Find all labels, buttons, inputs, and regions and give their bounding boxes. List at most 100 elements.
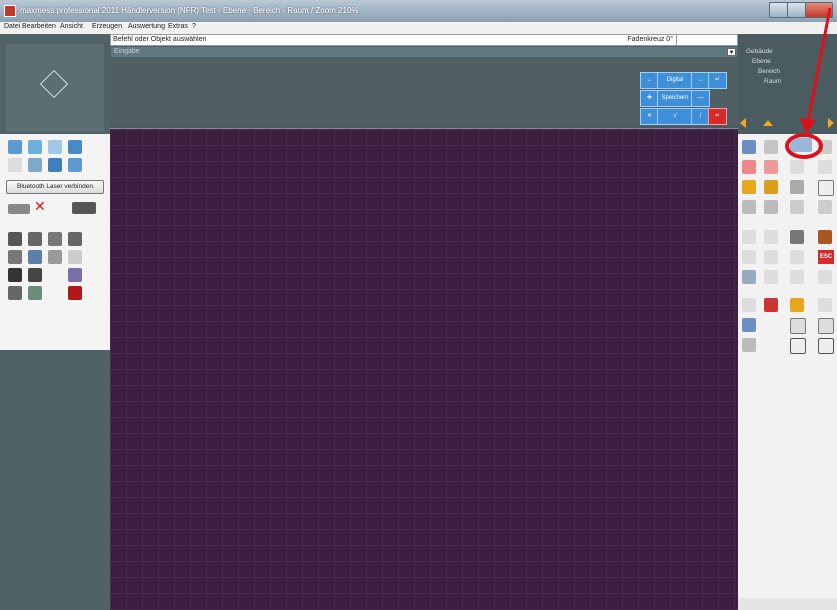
layout-icon[interactable] <box>48 250 62 264</box>
tool-column-icon[interactable] <box>764 180 778 194</box>
save-icon[interactable] <box>68 286 82 300</box>
menu-auswertung[interactable]: Auswertung <box>128 23 165 30</box>
tool-select-icon[interactable] <box>742 250 756 264</box>
divider <box>676 35 677 45</box>
export-icon[interactable] <box>68 232 82 246</box>
tool-door-icon[interactable] <box>764 140 778 154</box>
key-minus[interactable]: — <box>691 90 710 107</box>
layers-icon[interactable] <box>764 298 778 312</box>
tool-group-icon[interactable] <box>742 270 756 284</box>
eye-icon[interactable] <box>742 298 756 312</box>
menu-ansicht[interactable]: Ansicht <box>60 23 83 30</box>
left-toolbar: ✕ <box>0 134 110 350</box>
input-dropdown[interactable]: ▼ <box>727 48 736 56</box>
tool-pen-icon[interactable] <box>818 160 832 174</box>
key-enter-red[interactable]: ↵ <box>708 108 727 125</box>
fit-icon[interactable] <box>818 318 834 334</box>
tree-node-bereich[interactable]: Bereich <box>758 68 780 75</box>
wall-icon[interactable] <box>8 140 22 154</box>
zoom-out-icon[interactable] <box>818 338 834 354</box>
screen-icon[interactable] <box>28 268 42 282</box>
tool-niche-icon[interactable] <box>790 160 804 174</box>
close-button[interactable] <box>805 2 833 18</box>
tool-z2-icon[interactable] <box>818 230 832 244</box>
print-icon[interactable] <box>8 250 22 264</box>
table-icon[interactable] <box>28 286 42 300</box>
rotate-icon[interactable] <box>68 158 82 172</box>
tool-hole-icon[interactable] <box>764 160 778 174</box>
doc-icon[interactable] <box>68 250 82 264</box>
tool-wall-icon[interactable] <box>742 140 756 154</box>
edit-icon[interactable] <box>68 268 82 282</box>
minimize-button[interactable] <box>769 2 789 18</box>
tool-copy-icon[interactable] <box>790 250 804 264</box>
redo-icon[interactable] <box>818 298 832 312</box>
tool-grid-icon[interactable] <box>764 270 778 284</box>
esc-button[interactable]: ESC <box>818 250 834 264</box>
expand-icon[interactable] <box>790 318 806 334</box>
tool-zoom-icon[interactable] <box>790 200 804 214</box>
camera-icon[interactable] <box>8 232 22 246</box>
tool-opening-icon[interactable] <box>742 160 756 174</box>
tool-line-icon[interactable] <box>818 180 834 196</box>
tool-stairs-icon[interactable] <box>742 180 756 194</box>
list-icon[interactable] <box>8 286 22 300</box>
key-sqrt[interactable]: √ <box>657 108 693 125</box>
calculator-icon[interactable] <box>8 268 22 282</box>
highlight-circle <box>785 133 823 159</box>
cube-icon[interactable] <box>28 158 42 172</box>
command-bar: Befehl oder Objekt auswählen Fadenkreuz … <box>110 34 738 46</box>
grid-icon[interactable] <box>68 140 82 154</box>
menu-help[interactable]: ? <box>192 23 196 30</box>
tool-snap2-icon[interactable] <box>764 230 778 244</box>
window-icon[interactable] <box>48 140 62 154</box>
tool-table-icon[interactable] <box>790 270 804 284</box>
tree-node-ebene[interactable]: Ebene <box>752 58 771 65</box>
menu-bearbeiten[interactable]: Bearbeiten <box>22 23 56 30</box>
drawing-canvas[interactable] <box>110 128 738 610</box>
camera2-icon[interactable] <box>28 232 42 246</box>
nav-left-icon[interactable] <box>740 118 746 128</box>
keypad: ← Digital → ↵ ✚ Speichern — ✕ √ / ↵ <box>640 72 727 128</box>
bluetooth-connect-button[interactable]: Bluetooth Laser verbinden <box>6 180 104 194</box>
tree-node-raum[interactable]: Raum <box>764 78 781 85</box>
right-panel: Gebäude Ebene Bereich Raum ESC <box>738 34 837 610</box>
menu-datei[interactable]: Datei <box>4 23 20 30</box>
window-title: maxmess professional 2011 Händlerversion… <box>20 6 359 15</box>
menu-bar: Datei Bearbeiten Ansicht Erzeugen Auswer… <box>0 22 837 34</box>
maximize-button[interactable] <box>787 2 807 18</box>
circle-icon[interactable] <box>8 158 22 172</box>
copy-icon[interactable] <box>28 250 42 264</box>
undo-icon[interactable] <box>790 298 804 312</box>
status-area <box>738 598 837 610</box>
building-tree: Gebäude Ebene Bereich Raum <box>738 34 837 114</box>
input-row[interactable]: Eingabe ▼ <box>110 46 738 58</box>
key-save[interactable]: Speichern <box>657 90 693 107</box>
tool-z-icon[interactable] <box>790 230 804 244</box>
tool-ab-icon[interactable] <box>764 200 778 214</box>
key-digital[interactable]: Digital <box>657 72 693 89</box>
props-icon[interactable] <box>742 318 756 332</box>
scale-icon[interactable] <box>742 338 756 352</box>
device-icon[interactable] <box>72 202 96 214</box>
nav-right-icon[interactable] <box>828 118 834 128</box>
tool-measure-icon[interactable] <box>742 200 756 214</box>
nav-up-icon[interactable] <box>763 120 773 126</box>
tool-zoom2-icon[interactable] <box>818 200 832 214</box>
tool-move-icon[interactable] <box>764 250 778 264</box>
tool-radiator-icon[interactable] <box>790 180 804 194</box>
laser-device-icon[interactable] <box>8 204 30 214</box>
measure-icon[interactable] <box>48 232 62 246</box>
tool-trash-icon[interactable] <box>818 270 832 284</box>
logo-icon <box>39 69 69 99</box>
disconnect-icon[interactable]: ✕ <box>34 198 46 215</box>
key-enter[interactable]: ↵ <box>708 72 727 89</box>
room-icon[interactable] <box>28 140 42 154</box>
zoom-in-icon[interactable] <box>790 338 806 354</box>
tool-snap-icon[interactable] <box>742 230 756 244</box>
view-icon[interactable] <box>48 158 62 172</box>
menu-extras[interactable]: Extras <box>168 23 188 30</box>
menu-erzeugen[interactable]: Erzeugen <box>92 23 122 30</box>
tree-node-gebaeude[interactable]: Gebäude <box>746 48 773 55</box>
app-icon[interactable] <box>4 5 16 17</box>
